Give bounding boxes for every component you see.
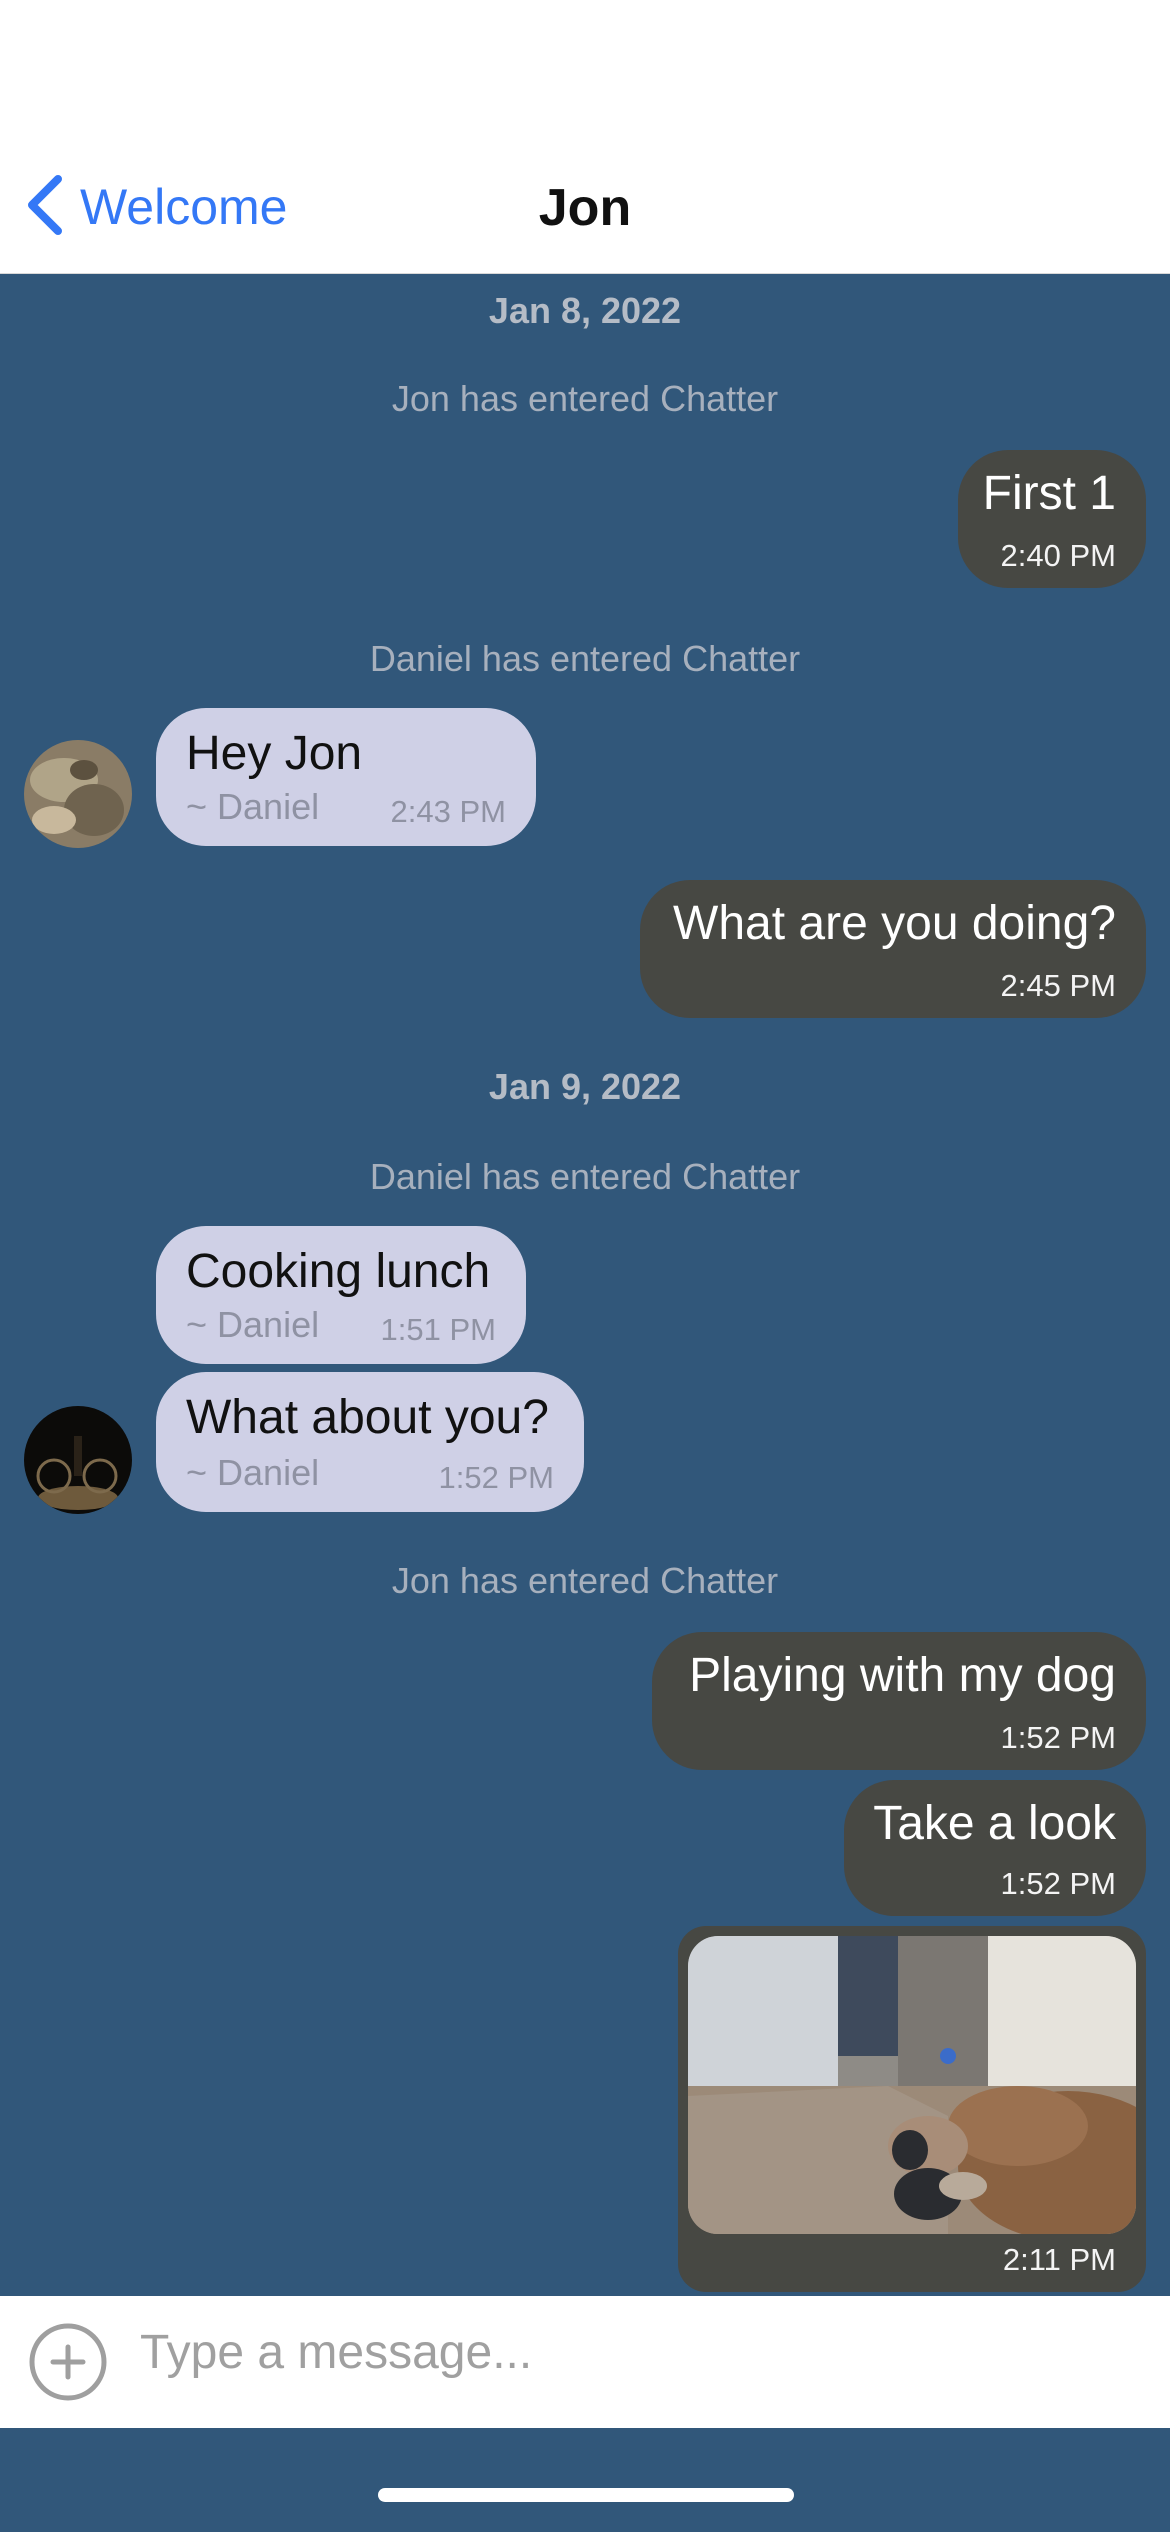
outgoing-message-bubble[interactable]: Playing with my dog 1:52 PM <box>652 1632 1146 1770</box>
outgoing-message-bubble[interactable]: What are you doing? 2:45 PM <box>640 880 1146 1018</box>
avatar[interactable] <box>24 1406 132 1514</box>
avatar[interactable] <box>24 740 132 848</box>
incoming-message-bubble[interactable]: What about you? ~ Daniel 1:52 PM <box>156 1372 584 1512</box>
date-separator: Jan 9, 2022 <box>488 1066 682 1107</box>
message-time: 1:51 PM <box>380 1312 496 1347</box>
message-text: Hey Jon <box>186 727 363 780</box>
system-message: Jon has entered Chatter <box>391 1560 779 1601</box>
message-time: 1:52 PM <box>1000 1720 1116 1755</box>
outgoing-message-bubble[interactable]: Take a look 1:52 PM <box>844 1780 1146 1916</box>
system-message: Jon has entered Chatter <box>391 378 779 419</box>
date-separator: Jan 8, 2022 <box>488 290 682 331</box>
navigation-header: Welcome Jon <box>0 0 1170 274</box>
incoming-message-bubble[interactable]: Cooking lunch ~ Daniel 1:51 PM <box>156 1226 526 1364</box>
message-time: 2:40 PM <box>1000 538 1116 573</box>
message-composer <box>0 2296 1170 2428</box>
system-message: Daniel has entered Chatter <box>369 1156 801 1197</box>
message-sender: ~ Daniel <box>186 786 320 827</box>
message-sender: ~ Daniel <box>186 1452 320 1493</box>
message-time: 2:11 PM <box>1002 2242 1116 2277</box>
message-text: Playing with my dog <box>689 1649 1116 1702</box>
plus-circle-icon[interactable] <box>28 2322 108 2402</box>
message-time: 2:43 PM <box>390 794 506 829</box>
outgoing-message-bubble[interactable]: First 1 2:40 PM <box>958 450 1146 588</box>
message-text: Take a look <box>873 1797 1116 1850</box>
message-input[interactable] <box>138 2316 1142 2388</box>
message-time: 1:52 PM <box>1000 1866 1116 1901</box>
message-sender: ~ Daniel <box>186 1304 320 1345</box>
home-indicator <box>378 2488 794 2502</box>
outgoing-image-message[interactable]: 2:11 PM <box>678 1926 1146 2292</box>
message-time: 1:52 PM <box>438 1460 554 1495</box>
system-message: Daniel has entered Chatter <box>369 638 801 679</box>
message-text: What are you doing? <box>673 897 1116 950</box>
incoming-message-bubble[interactable]: Hey Jon ~ Daniel 2:43 PM <box>156 708 536 846</box>
message-text: First 1 <box>982 467 1116 520</box>
message-text: What about you? <box>186 1391 549 1444</box>
message-text: Cooking lunch <box>186 1245 491 1298</box>
message-time: 2:45 PM <box>1000 968 1116 1003</box>
page-title: Jon <box>538 179 632 237</box>
dog-on-couch-photo[interactable] <box>688 1936 1136 2234</box>
